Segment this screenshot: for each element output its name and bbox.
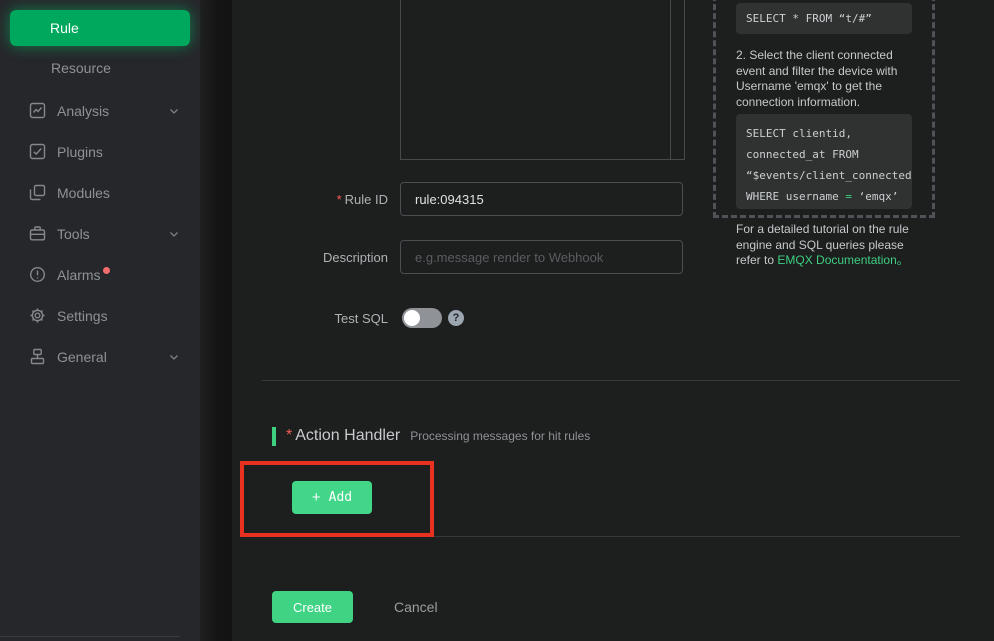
code-line: WHERE username = ‘emqx’ — [746, 186, 902, 207]
sidebar-item-tools[interactable]: Tools — [0, 213, 200, 254]
cancel-button[interactable]: Cancel — [388, 598, 444, 616]
modules-icon — [29, 184, 46, 201]
sidebar-item-alarms[interactable]: Alarms — [0, 254, 200, 295]
sidebar-item-resource[interactable]: Resource — [0, 46, 200, 90]
sidebar-item-settings[interactable]: Settings — [0, 295, 200, 336]
sql-example-2: SELECT clientid, connected_at FROM “$eve… — [736, 114, 912, 209]
create-button[interactable]: Create — [272, 591, 353, 623]
sidebar-item-plugins[interactable]: Plugins — [0, 131, 200, 172]
alarm-badge — [103, 267, 110, 274]
plugins-icon — [29, 143, 46, 160]
sidebar-item-label: Analysis — [57, 103, 109, 119]
description-label: Description — [280, 250, 388, 265]
rule-id-label: *Rule ID — [280, 192, 388, 207]
action-handler-header: *Action Handler Processing messages for … — [272, 427, 590, 446]
rule-id-input[interactable] — [400, 182, 683, 216]
help-step2-text: 2. Select the client connected event and… — [736, 48, 920, 110]
sidebar-item-rule[interactable]: Rule — [10, 10, 190, 46]
alarms-icon — [29, 266, 46, 283]
sidebar-item-label: Resource — [51, 60, 111, 76]
editor-scrollbar-track — [670, 0, 671, 159]
plus-icon: + — [312, 489, 321, 506]
sidebar-bottom-divider — [0, 636, 180, 637]
sidebar-shadow — [200, 0, 232, 641]
emqx-documentation-link[interactable]: EMQX Documentation — [777, 253, 896, 267]
tools-icon — [29, 225, 46, 242]
chevron-down-icon — [168, 351, 180, 363]
description-input[interactable] — [400, 240, 683, 274]
sidebar-item-label: Rule — [50, 20, 79, 36]
required-asterisk: * — [286, 427, 292, 444]
sidebar-item-label: Modules — [57, 185, 110, 201]
sidebar-item-label: Plugins — [57, 144, 103, 160]
required-asterisk: * — [337, 192, 342, 207]
general-icon — [29, 348, 46, 365]
sidebar-item-label: General — [57, 349, 107, 365]
action-handler-subtitle: Processing messages for hit rules — [410, 429, 590, 443]
analysis-icon — [29, 102, 46, 119]
chevron-down-icon — [168, 105, 180, 117]
section-accent-bar — [272, 427, 276, 446]
sql-statement-editor[interactable] — [400, 0, 685, 160]
code-line: SELECT clientid, — [746, 123, 902, 144]
action-handler-title: *Action Handler — [286, 427, 400, 445]
section-divider-top — [262, 380, 960, 381]
sidebar-item-modules[interactable]: Modules — [0, 172, 200, 213]
help-tutorial-text: For a detailed tutorial on the rule engi… — [736, 222, 920, 269]
sidebar-item-general[interactable]: General — [0, 336, 200, 377]
add-action-button[interactable]: + Add — [292, 481, 372, 514]
test-sql-label: Test SQL — [280, 311, 388, 326]
help-question-icon[interactable]: ? — [448, 310, 464, 326]
sidebar: Rule Resource Analysis Plugins — [0, 0, 200, 641]
chevron-down-icon — [168, 228, 180, 240]
sidebar-item-label: Tools — [57, 226, 90, 242]
sidebar-item-label: Settings — [57, 308, 108, 324]
sidebar-item-label: Alarms — [57, 267, 101, 283]
sql-example-1: SELECT * FROM “t/#” — [736, 3, 912, 34]
sidebar-item-analysis[interactable]: Analysis — [0, 90, 200, 131]
settings-icon — [29, 307, 46, 324]
toggle-knob — [404, 310, 420, 326]
test-sql-toggle[interactable] — [402, 308, 442, 328]
code-line: “$events/client_connected” — [746, 165, 902, 186]
code-line: connected_at FROM — [746, 144, 902, 165]
